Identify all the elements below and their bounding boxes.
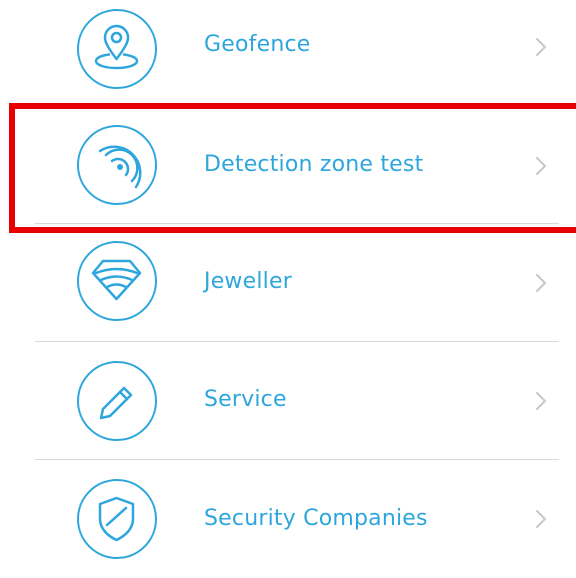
chevron-right-icon (536, 274, 546, 292)
chevron-right-icon (536, 510, 546, 528)
menu-item-label: Jeweller (204, 269, 292, 294)
menu-item-service[interactable]: Service (0, 342, 576, 460)
menu-item-label: Security Companies (204, 506, 428, 531)
menu-item-geofence[interactable]: Geofence (0, 0, 576, 106)
diamond-wifi-icon (77, 241, 157, 321)
pencil-icon (77, 361, 157, 441)
shield-icon (77, 479, 157, 559)
menu-item-label: Detection zone test (204, 152, 424, 177)
menu-item-label: Service (204, 387, 287, 412)
menu-item-security-companies[interactable]: Security Companies (0, 460, 576, 578)
menu-item-detection-zone-test[interactable]: Detection zone test (0, 106, 576, 224)
location-pin-icon (77, 9, 157, 89)
signal-waves-icon (77, 125, 157, 205)
settings-menu-list: Geofence Detection zone test Jeweller Se… (0, 0, 576, 573)
chevron-right-icon (536, 38, 546, 56)
menu-item-label: Geofence (204, 32, 311, 57)
menu-item-jeweller[interactable]: Jeweller (0, 224, 576, 342)
chevron-right-icon (536, 392, 546, 410)
divider (35, 103, 559, 104)
chevron-right-icon (536, 157, 546, 175)
